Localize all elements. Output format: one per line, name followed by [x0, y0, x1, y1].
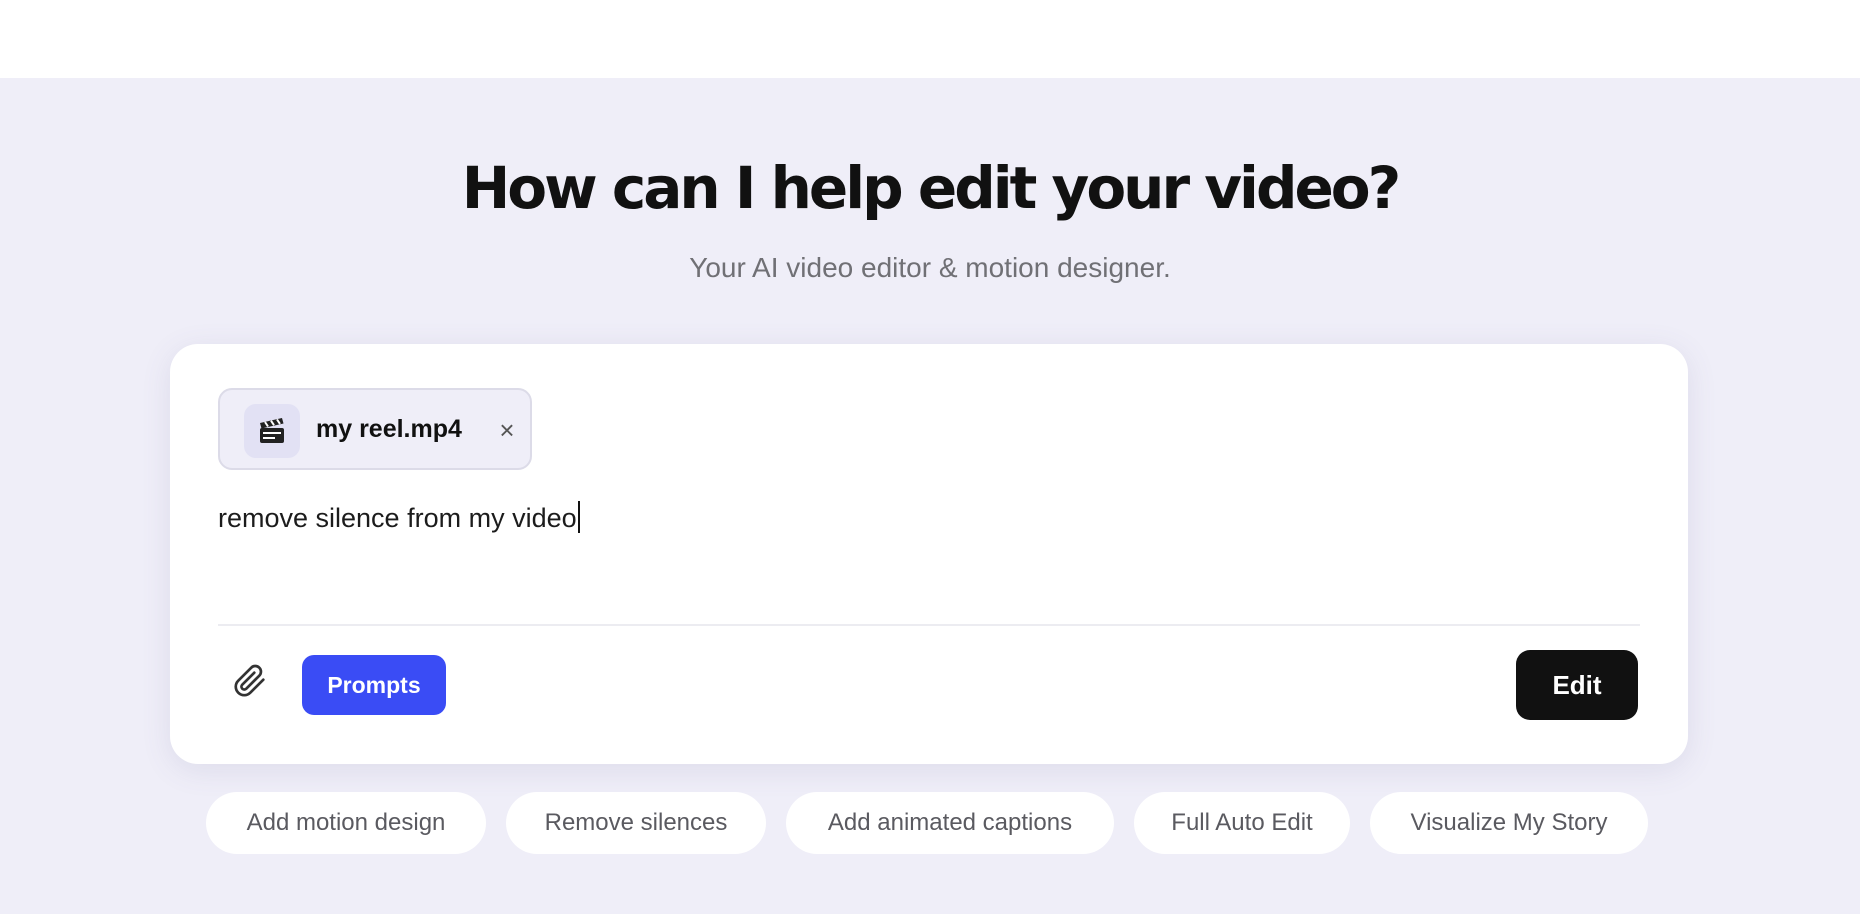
remove-attachment-button[interactable]: × — [494, 415, 520, 445]
suggestion-chips: Add motion design Remove silences Add an… — [0, 792, 1860, 854]
suggestion-add-animated-captions[interactable]: Add animated captions — [786, 792, 1114, 854]
attached-file-chip: my reel.mp4 × — [218, 388, 532, 470]
prompt-composer: my reel.mp4 × remove silence from my vid… — [170, 344, 1688, 764]
suggestion-visualize-my-story[interactable]: Visualize My Story — [1370, 792, 1648, 854]
attach-file-button[interactable] — [226, 658, 274, 708]
attached-file-name: my reel.mp4 — [316, 415, 462, 443]
prompts-button[interactable]: Prompts — [302, 655, 446, 715]
prompt-input-value: remove silence from my video — [218, 503, 577, 533]
prompt-input[interactable]: remove silence from my video — [218, 500, 1638, 536]
page-title: How can I help edit your video? — [461, 154, 1402, 222]
suggestion-remove-silences[interactable]: Remove silences — [506, 792, 766, 854]
suggestion-add-motion-design[interactable]: Add motion design — [206, 792, 486, 854]
page-subtitle: Your AI video editor & motion designer. — [689, 252, 1171, 283]
composer-divider — [218, 624, 1640, 626]
top-bar — [0, 0, 1860, 78]
text-caret — [577, 501, 580, 533]
clapperboard-icon — [244, 404, 300, 458]
edit-submit-button[interactable]: Edit — [1516, 650, 1638, 720]
paperclip-icon — [233, 664, 267, 703]
suggestion-full-auto-edit[interactable]: Full Auto Edit — [1134, 792, 1350, 854]
